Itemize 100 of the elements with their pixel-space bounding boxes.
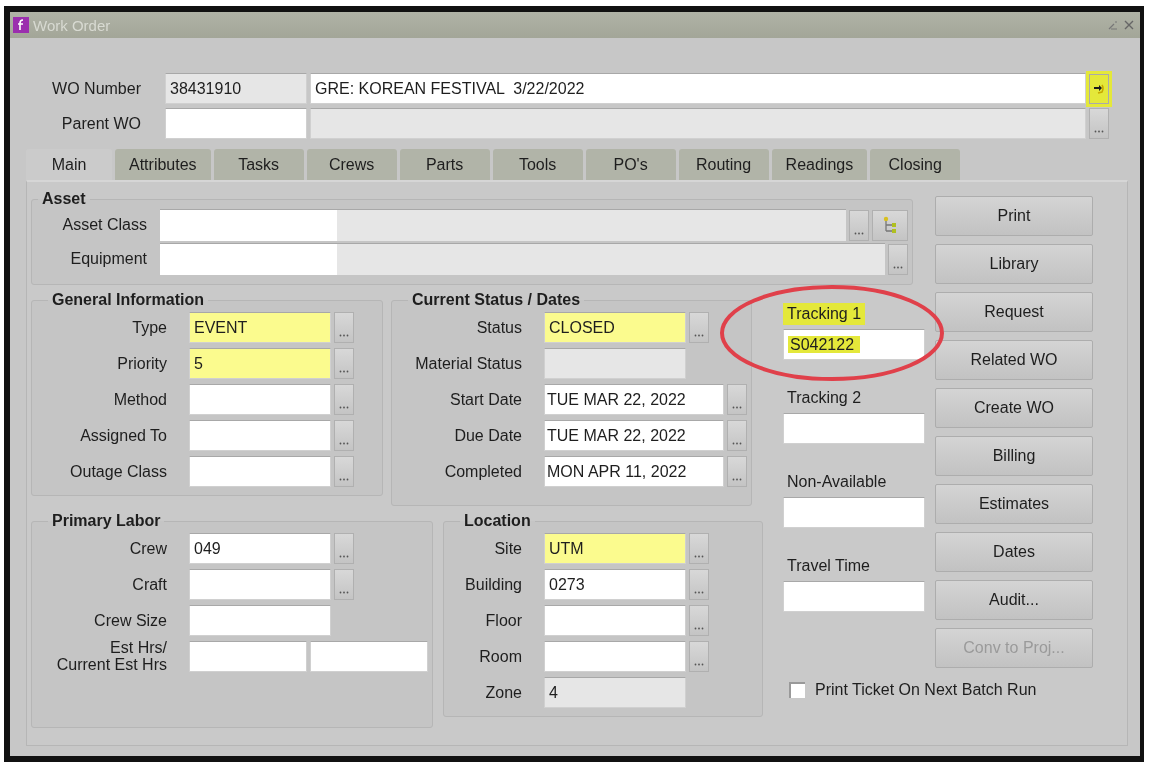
lookup-button[interactable] xyxy=(888,243,908,275)
input-field[interactable] xyxy=(783,413,925,444)
action-button[interactable]: Estimates xyxy=(935,484,1093,524)
lookup-button[interactable] xyxy=(334,311,354,343)
tab[interactable]: PO's xyxy=(585,149,676,180)
field-label: Asset Class xyxy=(61,216,147,234)
lookup-button[interactable] xyxy=(689,311,709,343)
input-field[interactable] xyxy=(783,497,925,528)
group-title: Current Status / Dates xyxy=(411,291,582,309)
ellipsis-icon xyxy=(339,554,349,558)
ellipsis-icon xyxy=(339,441,349,445)
field-label: Room xyxy=(478,647,522,665)
tab[interactable]: Attributes xyxy=(115,149,211,180)
input-field[interactable]: S042122 xyxy=(783,329,925,360)
input-field[interactable]: 5 xyxy=(189,347,331,379)
action-button[interactable]: Request xyxy=(935,292,1093,332)
input-field[interactable] xyxy=(544,640,686,672)
lookup-button[interactable] xyxy=(334,347,354,379)
close-icon[interactable] xyxy=(1124,20,1134,30)
input-field[interactable] xyxy=(783,581,925,612)
ellipsis-icon xyxy=(694,333,704,337)
tab[interactable]: Parts xyxy=(399,149,490,180)
action-button[interactable]: Billing xyxy=(935,436,1093,476)
field-label: Outage Class xyxy=(69,462,167,480)
input-field[interactable] xyxy=(189,419,331,451)
lookup-button[interactable] xyxy=(334,419,354,451)
lookup-button[interactable] xyxy=(727,455,747,487)
lookup-button[interactable] xyxy=(689,640,709,672)
action-button[interactable]: Dates xyxy=(935,532,1093,572)
input-field[interactable] xyxy=(544,604,686,636)
tab[interactable]: Tasks xyxy=(213,149,304,180)
input-field[interactable] xyxy=(189,568,331,600)
input-field[interactable] xyxy=(544,347,686,379)
field-label: Building xyxy=(464,575,522,593)
input-field[interactable]: CLOSED xyxy=(544,311,686,343)
input-field[interactable] xyxy=(189,383,331,415)
action-button[interactable]: Library xyxy=(935,244,1093,284)
field-label: Travel Time xyxy=(786,556,871,576)
lookup-button[interactable] xyxy=(849,209,869,241)
tab[interactable]: Crews xyxy=(306,149,397,180)
tab[interactable]: Closing xyxy=(870,149,961,180)
input-field[interactable] xyxy=(189,455,331,487)
tab[interactable]: Tools xyxy=(492,149,583,180)
field-label: Tracking 2 xyxy=(786,388,863,408)
restore-icon[interactable] xyxy=(1108,20,1118,30)
input-field[interactable]: GRE: KOREAN FESTIVAL 3/22/2022 xyxy=(310,73,1086,104)
input-field[interactable]: EVENT xyxy=(189,311,331,343)
ellipsis-icon xyxy=(854,231,864,235)
field-label: WO Number xyxy=(51,79,141,98)
checkbox[interactable] xyxy=(789,682,805,698)
group-title: Primary Labor xyxy=(51,512,162,530)
action-button[interactable]: Audit... xyxy=(935,580,1093,620)
input-field[interactable] xyxy=(310,108,1086,139)
input-field[interactable]: 049 xyxy=(189,532,331,564)
field-label: Crew xyxy=(128,539,167,557)
hierarchy-button[interactable] xyxy=(872,209,908,241)
ellipsis-icon xyxy=(694,626,704,630)
input-field[interactable] xyxy=(160,209,846,241)
input-field[interactable]: 4 xyxy=(544,676,686,708)
field-label: Status xyxy=(475,318,522,336)
lookup-button[interactable] xyxy=(334,568,354,600)
input-field[interactable] xyxy=(310,640,428,672)
tab[interactable]: Main xyxy=(26,149,112,180)
action-button[interactable]: Related WO xyxy=(935,340,1093,380)
input-field[interactable] xyxy=(189,604,331,636)
tab[interactable]: Readings xyxy=(771,149,868,180)
input-field[interactable]: 0273 xyxy=(544,568,686,600)
input-field[interactable] xyxy=(160,243,885,275)
lookup-button[interactable] xyxy=(334,455,354,487)
lookup-button[interactable] xyxy=(689,568,709,600)
ellipsis-icon xyxy=(339,369,349,373)
lookup-button[interactable] xyxy=(727,383,747,415)
action-button[interactable]: Print xyxy=(935,196,1093,236)
input-field[interactable]: TUE MAR 22, 2022 xyxy=(544,419,724,451)
lookup-button[interactable] xyxy=(689,532,709,564)
checkbox-label: Print Ticket On Next Batch Run xyxy=(815,681,1037,699)
field-label: Priority xyxy=(116,354,167,372)
field-label: Method xyxy=(112,390,167,408)
input-field[interactable] xyxy=(189,640,307,672)
field-label: Craft xyxy=(131,575,167,593)
input-field[interactable]: UTM xyxy=(544,532,686,564)
lookup-button[interactable] xyxy=(334,383,354,415)
action-button[interactable]: Create WO xyxy=(935,388,1093,428)
lookup-button[interactable] xyxy=(334,532,354,564)
go-button[interactable] xyxy=(1089,73,1109,104)
ellipsis-icon xyxy=(732,441,742,445)
tab[interactable]: Routing xyxy=(678,149,769,180)
lookup-button[interactable] xyxy=(689,604,709,636)
field-label: Type xyxy=(131,318,167,336)
field-label: Start Date xyxy=(448,390,522,408)
input-field[interactable] xyxy=(165,108,307,139)
field-label: Est Hrs/ Current Est Hrs xyxy=(55,639,167,673)
ellipsis-icon xyxy=(339,590,349,594)
lookup-button[interactable] xyxy=(727,419,747,451)
ellipsis-icon xyxy=(1094,130,1104,133)
input-field[interactable]: TUE MAR 22, 2022 xyxy=(544,383,724,415)
ellipsis-icon xyxy=(732,477,742,481)
input-field[interactable]: 38431910 xyxy=(165,73,307,104)
input-field[interactable]: MON APR 11, 2022 xyxy=(544,455,724,487)
field-label: Completed xyxy=(443,462,522,480)
